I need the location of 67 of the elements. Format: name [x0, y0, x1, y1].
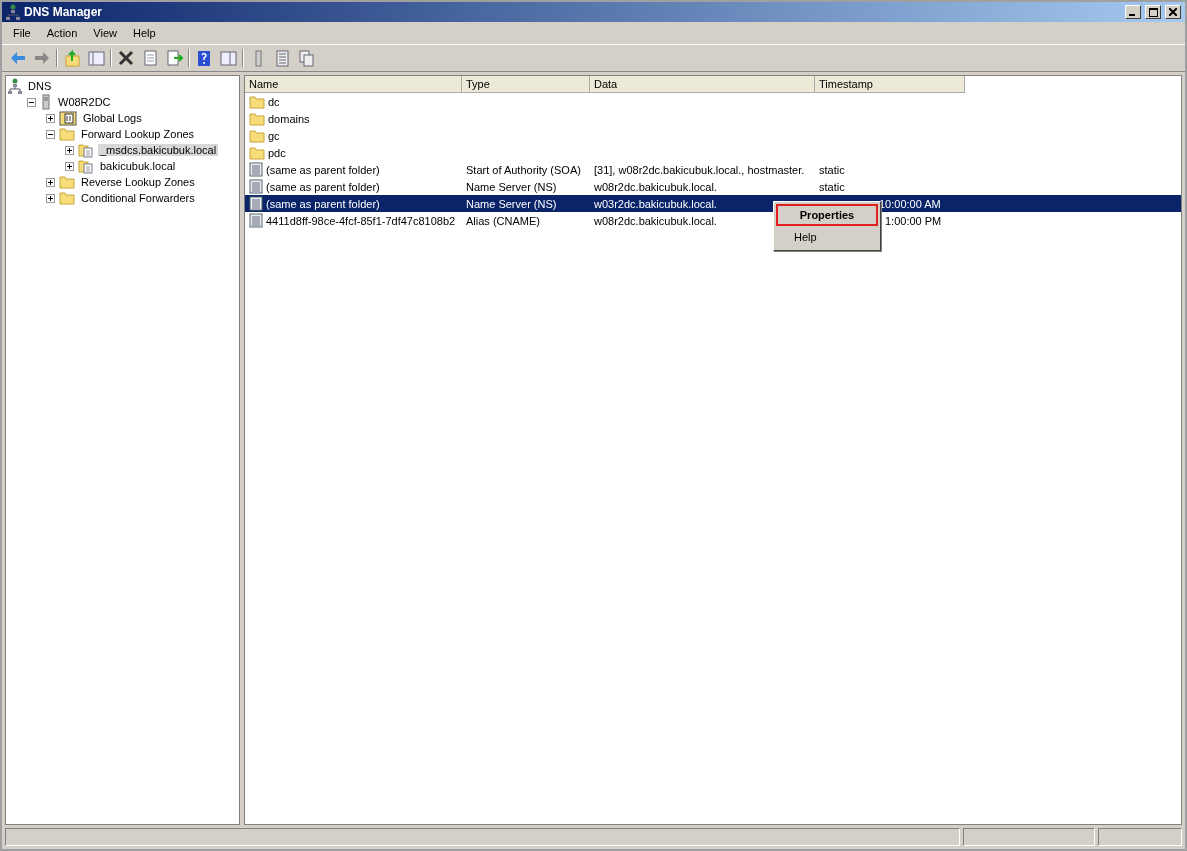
expand-icon[interactable] — [65, 145, 74, 155]
maximize-icon[interactable] — [1145, 5, 1161, 19]
folder-icon — [249, 145, 265, 160]
table-cell: Alias (CNAME) — [466, 214, 540, 227]
table-cell: [31], w08r2dc.bakicubuk.local., hostmaster. — [594, 163, 805, 176]
table-cell[interactable]: (same as parent folder) — [266, 180, 380, 193]
record-icon — [249, 179, 263, 194]
record-icon — [249, 213, 263, 228]
table-cell: w08r2dc.bakicubuk.local. — [594, 214, 717, 227]
table-cell[interactable]: 4411d8ff-98ce-4fcf-85f1-7df47c8108b2 — [266, 214, 456, 227]
expand-icon[interactable] — [46, 113, 55, 123]
server-icon — [40, 94, 52, 110]
tree-item[interactable]: Reverse Lookup Zones — [79, 176, 197, 188]
table-cell: Name Server (NS) — [466, 197, 557, 210]
table-cell[interactable]: (same as parent folder) — [266, 163, 380, 176]
network-icon — [6, 4, 20, 20]
network-icon — [8, 78, 22, 94]
delete-icon[interactable] — [116, 48, 136, 68]
folder-icon — [59, 191, 75, 205]
table-cell: w03r2dc.bakicubuk.local. — [594, 197, 717, 210]
menu-item[interactable]: File — [6, 25, 38, 41]
expand-icon[interactable] — [46, 177, 55, 187]
column-header[interactable]: Timestamp — [815, 76, 965, 93]
tree-item[interactable]: Forward Lookup Zones — [79, 128, 197, 140]
collapse-icon[interactable] — [46, 129, 55, 139]
expand-icon[interactable] — [46, 193, 55, 203]
folder-icon — [59, 127, 75, 141]
tree-item[interactable]: Global Logs — [81, 112, 144, 124]
menu-item[interactable]: Action — [39, 25, 85, 41]
menu-item[interactable]: View — [86, 25, 124, 41]
record-icon — [249, 196, 263, 211]
collapse-icon[interactable] — [27, 97, 36, 107]
minimize-icon[interactable] — [1125, 5, 1141, 19]
tree-item[interactable]: Conditional Forwarders — [79, 192, 197, 204]
expand-icon[interactable] — [65, 161, 74, 171]
column-header[interactable]: Data — [590, 76, 815, 93]
zone-icon — [78, 158, 94, 174]
table-cell: static — [819, 180, 845, 193]
table-cell[interactable]: gc — [268, 129, 280, 142]
table-cell: Name Server (NS) — [466, 180, 557, 193]
table-cell[interactable]: (same as parent folder) — [266, 197, 380, 210]
column-header[interactable]: Name — [245, 76, 462, 93]
close-icon[interactable] — [1165, 5, 1181, 19]
table-cell[interactable]: pdc — [268, 146, 286, 159]
menu-item[interactable]: Properties — [776, 204, 878, 226]
copy-icon[interactable] — [296, 48, 316, 68]
tree-item[interactable]: _msdcs.bakicubuk.local — [98, 144, 219, 156]
table-cell[interactable]: domains — [268, 112, 310, 125]
zone-icon — [78, 142, 94, 158]
column-header[interactable]: Type — [462, 76, 590, 93]
table-cell-text: 10:00:00 AM — [878, 197, 941, 210]
log-icon — [59, 110, 77, 126]
menu-item[interactable]: Help — [776, 226, 878, 248]
menu-item[interactable]: Help — [125, 25, 163, 41]
tree-item[interactable]: DNS — [26, 80, 54, 92]
table-cell: w08r2dc.bakicubuk.local. — [594, 180, 717, 193]
tree-item[interactable]: W08R2DC — [56, 96, 113, 108]
tree-item[interactable]: bakicubuk.local — [98, 160, 178, 172]
folder-icon — [249, 111, 265, 126]
table-cell[interactable]: dc — [268, 95, 280, 108]
folder-icon — [249, 128, 265, 143]
export-icon[interactable] — [164, 48, 184, 68]
table-cell: static — [819, 163, 845, 176]
window-title: DNS Manager — [24, 5, 104, 19]
table-cell: Start of Authority (SOA) — [466, 163, 581, 176]
record-icon — [249, 162, 263, 177]
folder-icon — [59, 175, 75, 189]
